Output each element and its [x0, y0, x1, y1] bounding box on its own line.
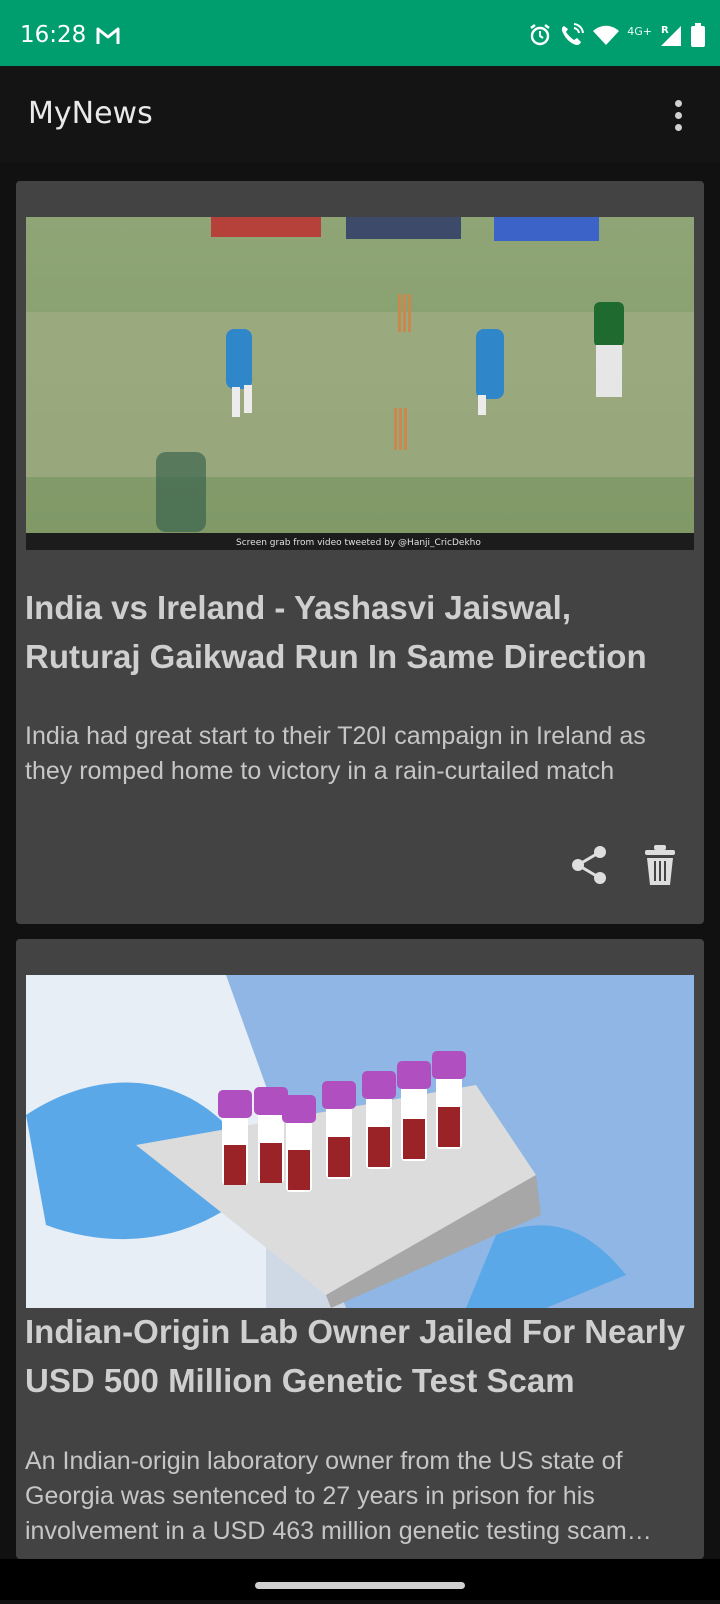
- wifi-calling-icon: [559, 23, 585, 51]
- network-type: 4G+: [627, 24, 652, 38]
- more-options-icon[interactable]: [672, 100, 684, 132]
- article-image: [26, 975, 694, 1308]
- gmail-icon: [96, 26, 120, 50]
- share-icon[interactable]: [568, 843, 612, 891]
- status-bar: 16:28 4G+ R: [0, 0, 720, 66]
- article-summary: India had great start to their T20I camp…: [25, 722, 646, 785]
- roaming-indicator: R: [661, 25, 669, 36]
- image-caption: Screen grab from video tweeted by @Hanji…: [236, 538, 481, 548]
- article-image: Screen grab from video tweeted by @Hanji…: [26, 217, 694, 550]
- signal-icon: R: [659, 23, 683, 51]
- gesture-handle[interactable]: [0, 1559, 720, 1600]
- navigation-bar: [0, 1559, 720, 1600]
- delete-icon[interactable]: [638, 843, 682, 891]
- article-title: Indian-Origin Lab Owner Jailed For Nearl…: [25, 1313, 686, 1399]
- alarm-icon: [528, 23, 552, 51]
- article-summary: An Indian-origin laboratory owner from t…: [25, 1447, 627, 1545]
- article-title: India vs Ireland - Yashasvi Jaiswal, Rut…: [25, 589, 647, 675]
- wifi-icon: [592, 24, 620, 50]
- app-bar: MyNews: [0, 66, 720, 162]
- news-card[interactable]: Screen grab from video tweeted by @Hanji…: [16, 181, 704, 924]
- status-time: 16:28: [20, 22, 87, 48]
- battery-icon: [690, 22, 706, 52]
- news-card[interactable]: Indian-Origin Lab Owner Jailed For Nearl…: [16, 939, 704, 1559]
- app-title: MyNews: [28, 96, 153, 131]
